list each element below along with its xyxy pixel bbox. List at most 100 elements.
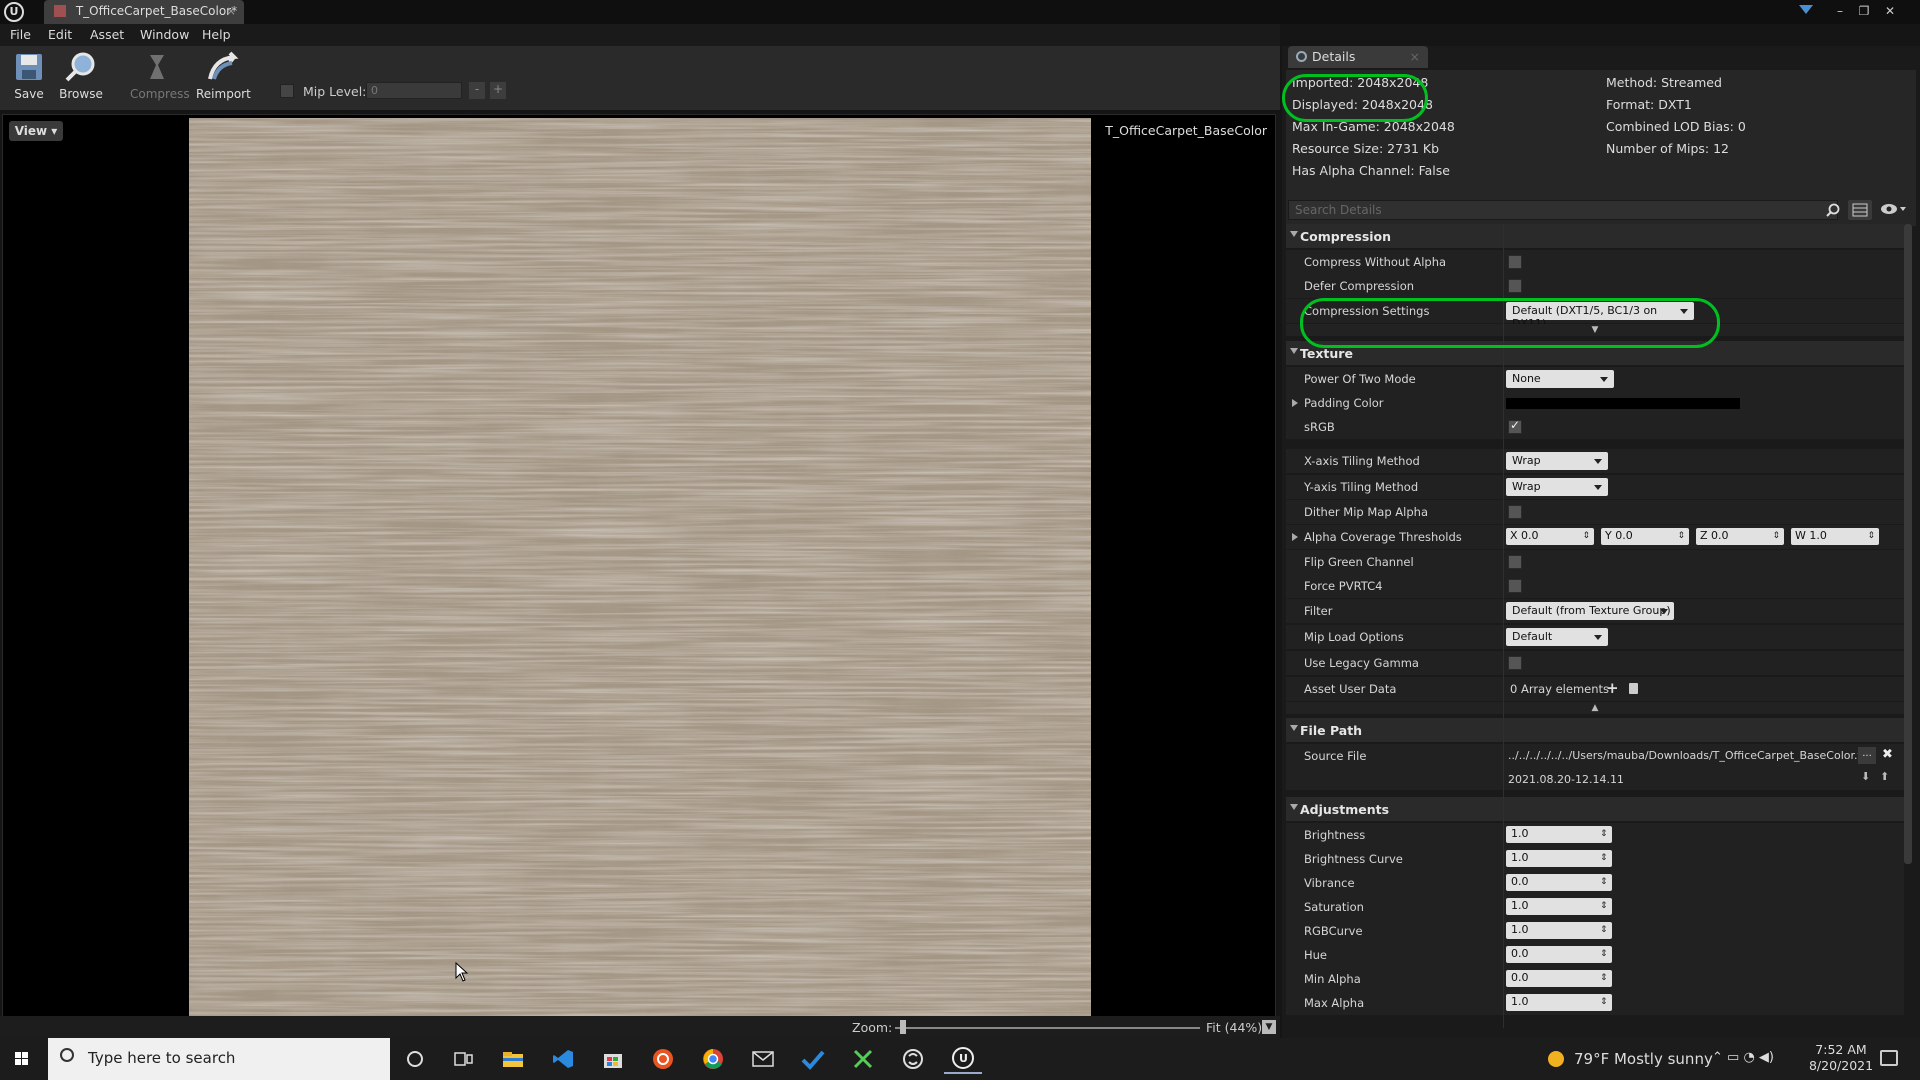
taskbar-search-input[interactable]: Type here to search: [48, 1038, 390, 1080]
min-alpha-input[interactable]: 0.0 ⇕: [1506, 970, 1612, 987]
max-alpha-input[interactable]: 1.0 ⇕: [1506, 994, 1612, 1011]
cortana-icon[interactable]: [396, 1044, 434, 1074]
padding-color-swatch[interactable]: [1506, 398, 1740, 409]
flip-green-checkbox[interactable]: [1508, 555, 1522, 569]
force-pvrtc4-checkbox[interactable]: [1508, 579, 1522, 593]
weather-text[interactable]: 79°F Mostly sunny: [1574, 1050, 1713, 1068]
date-text: 8/20/2021: [1808, 1058, 1874, 1073]
advanced-collapse-arrow-icon[interactable]: ▲: [1286, 702, 1904, 714]
prop-label: Dither Mip Map Alpha: [1304, 505, 1429, 519]
category-adjustments[interactable]: Adjustments: [1286, 797, 1904, 822]
store-icon[interactable]: [594, 1044, 632, 1074]
unreal-engine-taskbar-icon[interactable]: U: [944, 1044, 982, 1074]
compress-button[interactable]: Compress: [130, 50, 190, 108]
details-tab-close-icon[interactable]: ×: [1410, 49, 1420, 64]
compress-without-alpha-checkbox[interactable]: [1508, 255, 1522, 269]
tab-close-icon[interactable]: ×: [226, 4, 236, 18]
expand-triangle-icon[interactable]: [1292, 399, 1298, 407]
brightness-input[interactable]: 1.0 ⇕: [1506, 826, 1612, 843]
defer-compression-checkbox[interactable]: [1508, 279, 1522, 293]
mail-icon[interactable]: [744, 1044, 782, 1074]
zoom-fit-label: Fit (44%): [1206, 1020, 1263, 1035]
category-compression[interactable]: Compression: [1286, 224, 1904, 249]
prop-max-alpha: Max Alpha 1.0 ⇕: [1286, 991, 1904, 1015]
mip-level-checkbox[interactable]: [280, 84, 294, 98]
weather-sun-icon: [1548, 1051, 1564, 1067]
mip-level-input[interactable]: 0: [366, 82, 462, 99]
zoom-bar: Zoom: Fit (44%) ▼: [0, 1016, 1280, 1038]
srgb-checkbox[interactable]: [1508, 418, 1522, 434]
todo-icon[interactable]: [794, 1044, 832, 1074]
download-arrow-icon[interactable]: ⬇: [1861, 770, 1870, 783]
search-icon[interactable]: [1826, 203, 1840, 217]
browse-file-button[interactable]: ...: [1858, 747, 1876, 764]
menu-window[interactable]: Window: [140, 27, 189, 42]
alpha-y-input[interactable]: Y 0.0 ⇕: [1601, 528, 1689, 545]
prop-power-of-two: Power Of Two Mode None: [1286, 367, 1904, 391]
source-control-icon[interactable]: [1796, 2, 1816, 20]
maximize-button[interactable]: ❐: [1854, 2, 1874, 20]
menu-edit[interactable]: Edit: [48, 27, 72, 42]
trash-icon[interactable]: [1629, 683, 1638, 694]
menu-help[interactable]: Help: [202, 27, 231, 42]
prop-rgbcurve: RGBCurve 1.0 ⇕: [1286, 919, 1904, 943]
details-scrollbar[interactable]: [1904, 224, 1912, 864]
alpha-z-input[interactable]: Z 0.0 ⇕: [1696, 528, 1784, 545]
file-explorer-icon[interactable]: [494, 1044, 532, 1074]
ubuntu-icon[interactable]: [644, 1044, 682, 1074]
search-details-input[interactable]: Search Details: [1288, 200, 1838, 220]
mip-load-dropdown[interactable]: Default: [1506, 628, 1608, 646]
save-button[interactable]: Save: [2, 50, 56, 108]
asset-tab[interactable]: T_OfficeCarpet_BaseColor* ×: [44, 0, 244, 24]
taskbar-clock[interactable]: 7:52 AM 8/20/2021: [1800, 1042, 1882, 1074]
brightness-curve-input[interactable]: 1.0 ⇕: [1506, 850, 1612, 867]
upload-arrow-icon[interactable]: ⬆: [1880, 770, 1889, 783]
rgbcurve-input[interactable]: 1.0 ⇕: [1506, 922, 1612, 939]
reimport-icon: [205, 50, 241, 84]
alpha-x-input[interactable]: X 0.0 ⇕: [1506, 528, 1594, 545]
zoom-dropdown-button[interactable]: ▼: [1262, 1020, 1276, 1034]
minimize-button[interactable]: –: [1830, 2, 1850, 20]
zoom-slider[interactable]: [895, 1027, 1200, 1029]
alpha-w-input[interactable]: W 1.0 ⇕: [1791, 528, 1879, 545]
x-tiling-dropdown[interactable]: Wrap: [1506, 452, 1608, 470]
details-tab[interactable]: Details ×: [1288, 46, 1428, 68]
menu-asset[interactable]: Asset: [90, 27, 124, 42]
vibrance-input[interactable]: 0.0 ⇕: [1506, 874, 1612, 891]
power-of-two-dropdown[interactable]: None: [1506, 370, 1614, 388]
snipping-tool-icon[interactable]: [844, 1044, 882, 1074]
system-tray-icons[interactable]: ⌃ ▭ ◔ ◀): [1712, 1050, 1774, 1065]
reimport-button[interactable]: Reimport: [196, 50, 251, 108]
windows-start-icon[interactable]: [6, 1046, 38, 1072]
texture-viewport[interactable]: View ▾ T_OfficeCarpet_BaseColor: [2, 114, 1276, 1018]
zoom-slider-handle[interactable]: [900, 1020, 906, 1034]
property-matrix-icon[interactable]: [1848, 200, 1872, 220]
clear-file-icon[interactable]: ✖: [1882, 747, 1893, 762]
view-options-eye-icon[interactable]: [1880, 202, 1906, 218]
saturation-input[interactable]: 1.0 ⇕: [1506, 898, 1612, 915]
legacy-gamma-checkbox[interactable]: [1508, 656, 1522, 670]
vector-value: X 0.0: [1510, 529, 1539, 542]
prop-label: Use Legacy Gamma: [1304, 656, 1419, 670]
browse-button[interactable]: Browse: [54, 50, 108, 108]
dither-checkbox[interactable]: [1508, 505, 1522, 519]
y-tiling-dropdown[interactable]: Wrap: [1506, 478, 1608, 496]
category-file-path[interactable]: File Path: [1286, 718, 1904, 743]
expand-triangle-icon[interactable]: [1292, 533, 1298, 541]
dropdown-value: Default: [1512, 630, 1553, 643]
hue-input[interactable]: 0.0 ⇕: [1506, 946, 1612, 963]
mip-decrease-button[interactable]: -: [469, 82, 485, 99]
chrome-icon[interactable]: [694, 1044, 732, 1074]
info-num-mips: Number of Mips: 12: [1606, 141, 1730, 156]
add-element-icon[interactable]: +: [1606, 679, 1619, 697]
mip-increase-button[interactable]: +: [490, 82, 506, 99]
vscode-icon[interactable]: [544, 1044, 582, 1074]
task-view-icon[interactable]: [444, 1044, 482, 1074]
close-window-button[interactable]: ✕: [1880, 2, 1900, 20]
prop-label: Force PVRTC4: [1304, 579, 1383, 593]
filter-dropdown[interactable]: Default (from Texture Group): [1506, 602, 1674, 620]
notification-icon[interactable]: [1880, 1050, 1898, 1066]
unity-hub-icon[interactable]: [894, 1044, 932, 1074]
menu-file[interactable]: File: [10, 27, 31, 42]
view-menu-button[interactable]: View ▾: [9, 121, 63, 141]
